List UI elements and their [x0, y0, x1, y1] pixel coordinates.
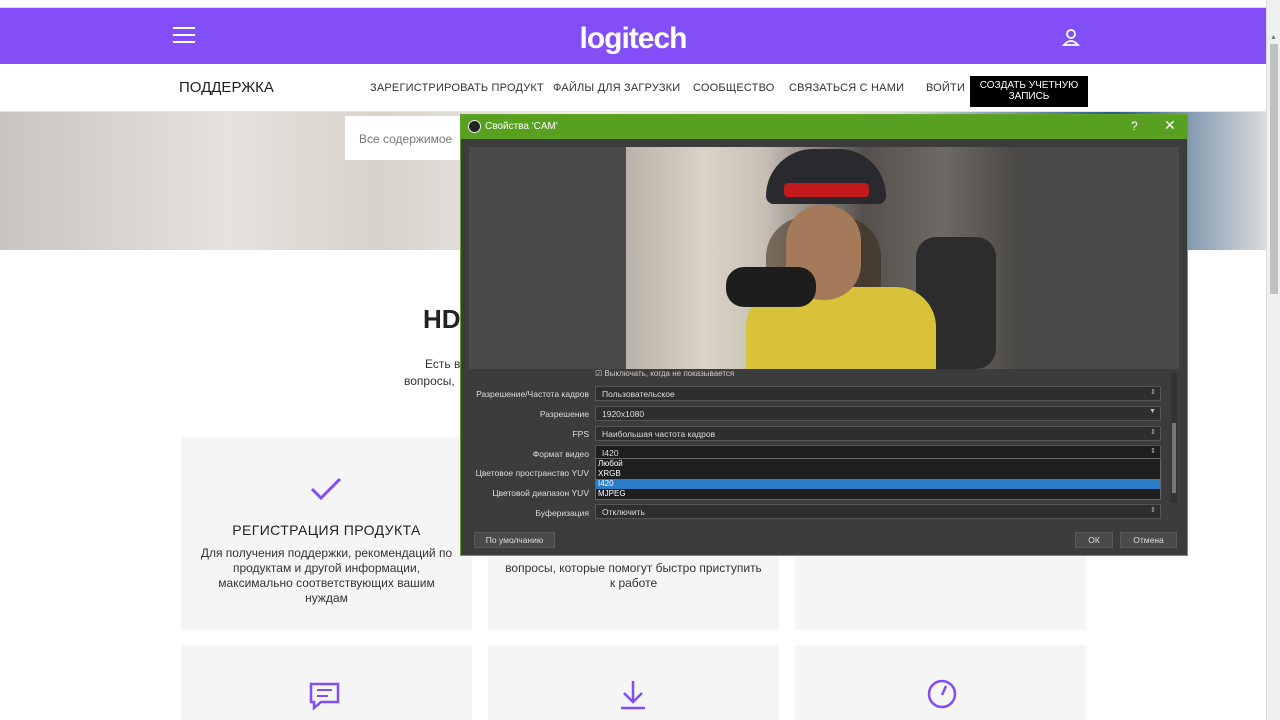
yuv-range-label: Цветовой диапазон YUV — [492, 488, 589, 498]
create-account-button[interactable]: СОЗДАТЬ УЧЕТНУЮ ЗАПИСЬ — [970, 76, 1088, 107]
defaults-button[interactable]: По умолчанию — [474, 532, 555, 548]
res-fps-type-select[interactable]: Пользовательское ⇕ — [595, 386, 1161, 401]
spin-arrows-icon: ⇕ — [1150, 448, 1156, 455]
card-desc-line2: к работе — [609, 576, 658, 590]
download-icon — [621, 681, 645, 710]
hero-search-input[interactable]: Все содержимое — [345, 116, 465, 160]
resolution-value: 1920x1080 — [602, 409, 645, 419]
fps-value: Наибольшая частота кадров — [602, 429, 716, 439]
format-option-selected[interactable]: I420 — [596, 479, 1160, 489]
card-downloads[interactable] — [488, 645, 779, 720]
create-account-line1: СОЗДАТЬ УЧЕТНУЮ — [979, 80, 1079, 91]
intro-text-line2: вопросы, — [404, 374, 455, 388]
nav-register-product[interactable]: ЗАРЕГИСТРИРОВАТЬ ПРОДУКТ — [370, 82, 544, 94]
checkbox-label: Выключать, когда не показывается — [604, 369, 735, 378]
scroll-thumb[interactable] — [1270, 44, 1278, 294]
hide-when-inactive-checkbox[interactable]: ☑ Выключать, когда не показывается — [595, 369, 734, 378]
obs-properties-dialog: Свойства 'CAM' ? ✕ ☑ Выключать, когда не… — [460, 114, 1188, 556]
spin-arrows-icon: ⇕ — [1150, 429, 1156, 436]
card-forum[interactable] — [181, 645, 472, 720]
dialog-titlebar[interactable]: Свойства 'CAM' ? ✕ — [461, 115, 1187, 139]
card-desc-line4: нуждам — [305, 591, 348, 605]
res-fps-type-label: Разрешение/Частота кадров — [476, 389, 589, 399]
format-option[interactable]: Любой — [596, 459, 1160, 469]
nav-community[interactable]: СООБЩЕСТВО — [693, 82, 775, 94]
spin-arrows-icon: ⇕ — [1150, 389, 1156, 396]
page-scrollbar[interactable]: ▲ — [1266, 0, 1280, 720]
buffering-label: Буферизация — [535, 508, 589, 518]
create-account-line2: ЗАПИСЬ — [1008, 91, 1050, 102]
microphone-shape — [726, 267, 816, 307]
close-icon[interactable]: ✕ — [1164, 117, 1176, 134]
buffering-value: Отключить — [602, 507, 645, 517]
scroll-up-icon[interactable]: ▲ — [1270, 34, 1277, 41]
checkmark-icon — [310, 477, 342, 501]
fps-label: FPS — [572, 429, 589, 439]
chat-bubble-icon — [309, 682, 340, 711]
card-desc-line1: Для получения поддержки, рекомендаций по — [200, 546, 453, 560]
res-fps-type-value: Пользовательское — [602, 389, 675, 399]
browser-top-strip — [0, 0, 1280, 8]
support-title[interactable]: ПОДДЕРЖКА — [179, 79, 274, 96]
card-product-registration[interactable]: РЕГИСТРАЦИЯ ПРОДУКТА Для получения подде… — [181, 437, 472, 630]
card-desc-line1: вопросы, которые помогут быстро приступи… — [505, 561, 762, 575]
chevron-down-icon: ▼ — [1149, 408, 1156, 415]
resolution-label: Разрешение — [539, 409, 589, 419]
support-nav: ПОДДЕРЖКА ЗАРЕГИСТРИРОВАТЬ ПРОДУКТ ФАЙЛЫ… — [0, 64, 1266, 112]
webcam-frame-image — [626, 147, 1022, 369]
clock-icon — [927, 679, 957, 709]
ok-button[interactable]: ОК — [1075, 532, 1113, 548]
intro-text-line1: Есть в — [425, 357, 461, 371]
card-title: РЕГИСТРАЦИЯ ПРОДУКТА — [232, 522, 421, 538]
format-option[interactable]: XRGB — [596, 469, 1160, 479]
video-format-label: Формат видео — [532, 449, 589, 459]
user-account-icon[interactable] — [1062, 28, 1080, 46]
card-warranty[interactable] — [795, 645, 1086, 720]
video-format-value: I420 — [602, 448, 619, 458]
properties-list: ☑ Выключать, когда не показывается Разре… — [469, 369, 1173, 529]
format-option[interactable]: MJPEG — [596, 489, 1160, 499]
properties-scrollbar[interactable] — [1171, 373, 1177, 503]
cap-band-shape — [784, 183, 869, 197]
checkbox-icon: ☑ — [595, 369, 603, 378]
buffering-select[interactable]: Отключить ⇕ — [595, 504, 1161, 519]
resolution-select[interactable]: 1920x1080 ▼ — [595, 406, 1161, 421]
card-desc-line2: продуктам и другой информации, — [232, 561, 421, 575]
site-header: logitech — [0, 8, 1266, 64]
video-preview — [469, 147, 1179, 369]
properties-scroll-thumb[interactable] — [1172, 423, 1176, 493]
fps-select[interactable]: Наибольшая частота кадров ⇕ — [595, 426, 1161, 441]
obs-app-icon — [468, 120, 481, 133]
page-heading: HD — [423, 304, 461, 334]
help-icon[interactable]: ? — [1131, 119, 1138, 133]
video-format-dropdown[interactable]: Любой XRGB I420 MJPEG — [595, 458, 1161, 500]
yuv-space-label: Цветовое пространство YUV — [475, 468, 589, 478]
cancel-button[interactable]: Отмена — [1120, 532, 1177, 548]
nav-contact-us[interactable]: СВЯЗАТЬСЯ С НАМИ — [789, 82, 904, 94]
spin-arrows-icon: ⇕ — [1150, 507, 1156, 514]
nav-downloads[interactable]: ФАЙЛЫ ДЛЯ ЗАГРУЗКИ — [553, 82, 680, 94]
nav-sign-in[interactable]: ВОЙТИ — [926, 82, 965, 94]
dialog-title: Свойства 'CAM' — [485, 121, 558, 132]
browser-page: logitech ПОДДЕРЖКА ЗАРЕГИСТРИРОВАТЬ ПРОД… — [0, 0, 1280, 720]
card-desc-line3: максимально соответствующих вашим — [218, 576, 435, 590]
